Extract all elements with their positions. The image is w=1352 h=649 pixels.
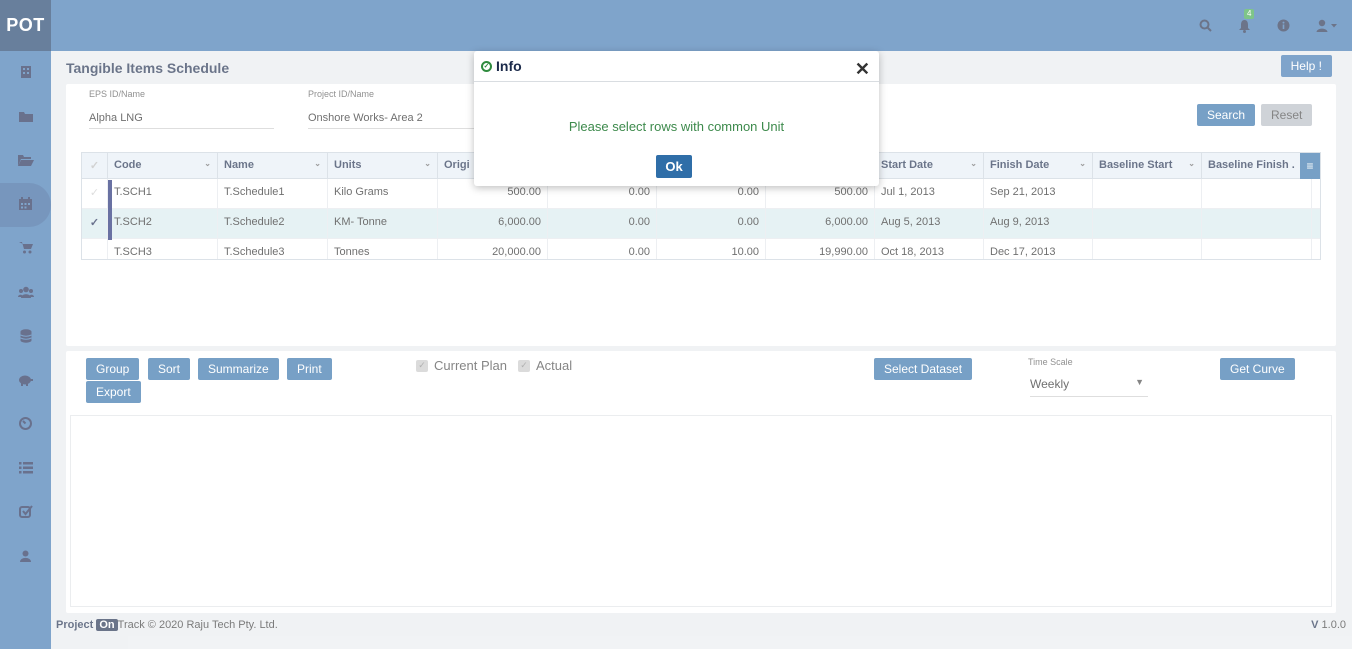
check-circle-icon: ✓ xyxy=(481,60,492,72)
dialog-message: Please select rows with common Unit xyxy=(568,119,785,134)
dialog-header: ✓ Info xyxy=(474,51,879,82)
info-dialog: ✓ Info ✕ Please select rows with common … xyxy=(474,51,879,186)
dialog-title: Info xyxy=(496,58,522,74)
close-icon[interactable]: ✕ xyxy=(855,59,870,80)
ok-button[interactable]: Ok xyxy=(656,155,692,178)
